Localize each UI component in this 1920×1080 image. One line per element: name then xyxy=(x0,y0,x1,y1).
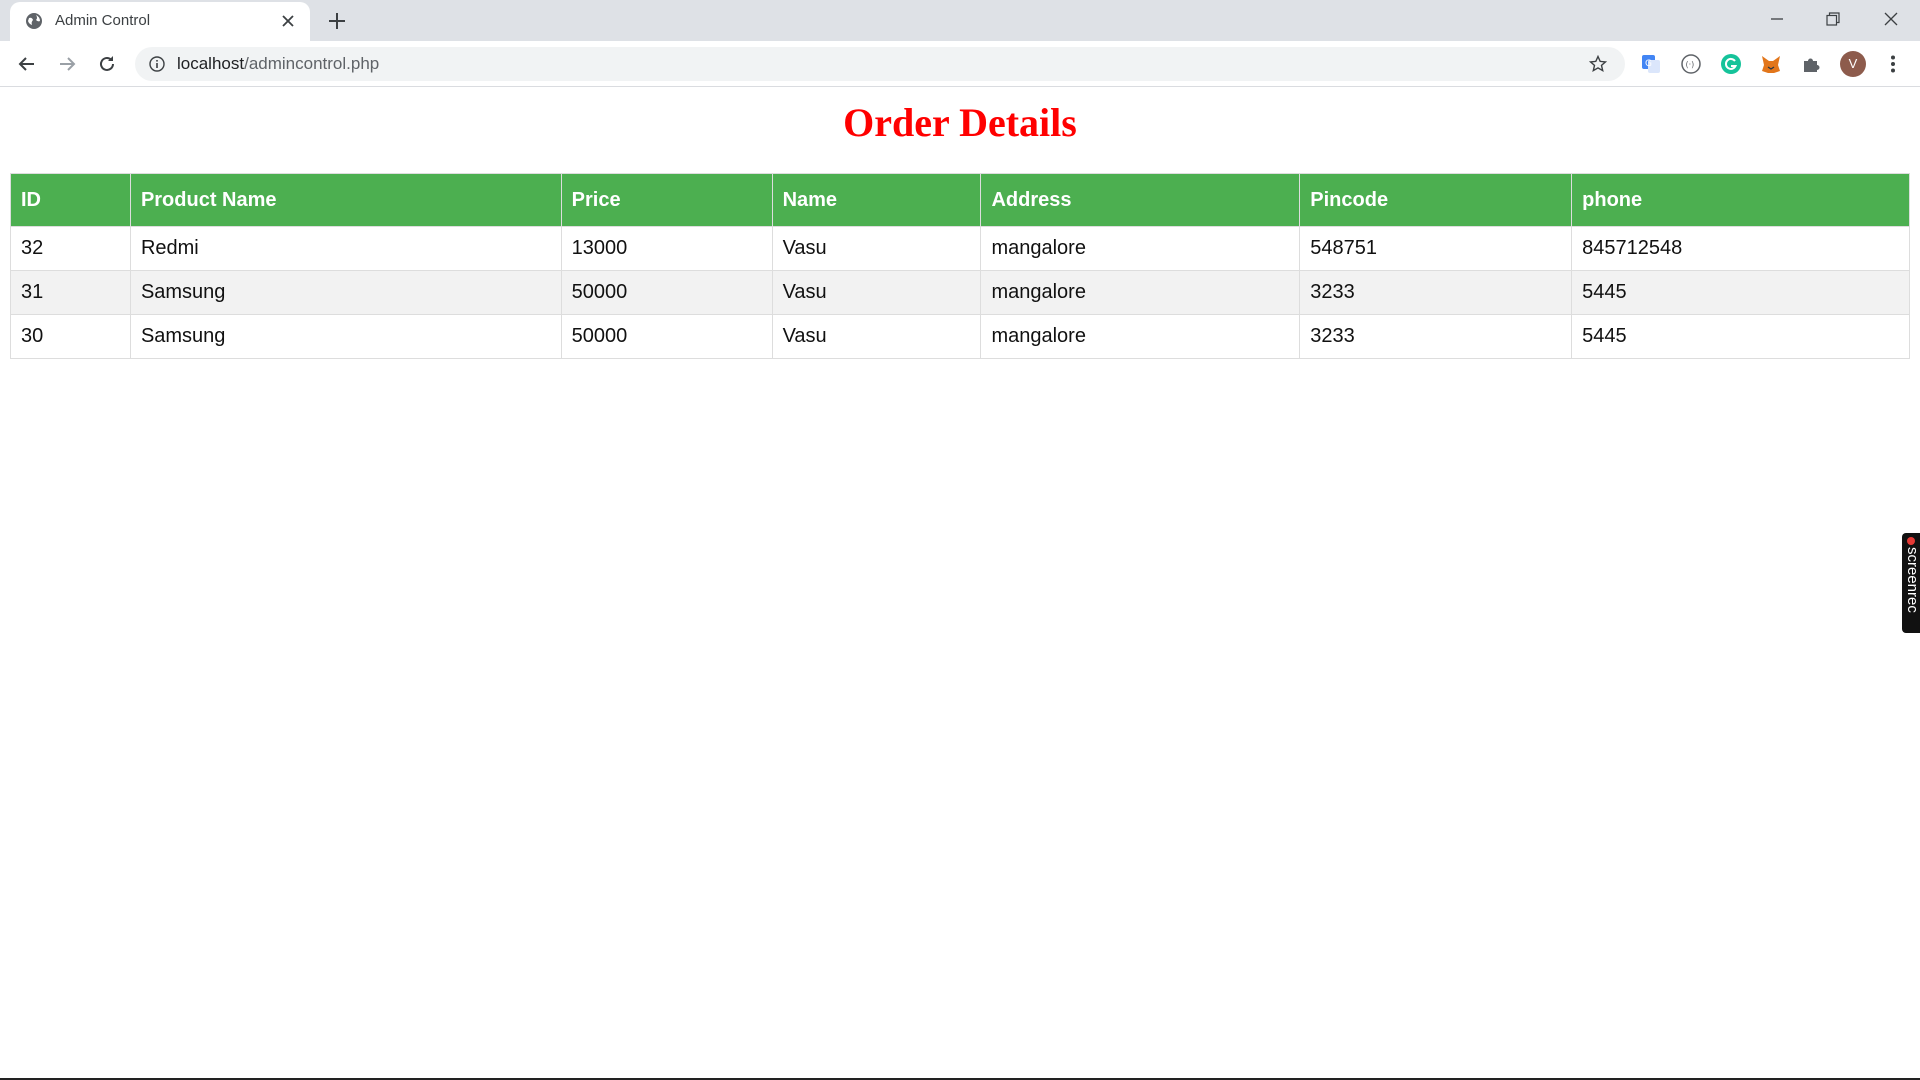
column-header-pincode: Pincode xyxy=(1299,173,1573,227)
table-row: 30 Samsung 50000 Vasu mangalore 3233 544… xyxy=(10,314,1910,359)
back-arrow-icon[interactable] xyxy=(13,50,41,78)
column-header-id: ID xyxy=(10,173,131,227)
cell-price: 50000 xyxy=(560,314,773,359)
record-dot-icon xyxy=(1907,537,1915,545)
url-text: localhost/admincontrol.php xyxy=(177,55,379,73)
cell-phone: 5445 xyxy=(1571,314,1910,359)
table-row: 32 Redmi 13000 Vasu mangalore 548751 845… xyxy=(10,226,1910,271)
reload-icon[interactable] xyxy=(93,50,121,78)
browser-tabstrip: Admin Control xyxy=(0,0,1920,41)
svg-text:G: G xyxy=(1645,59,1652,69)
google-translate-icon[interactable]: G xyxy=(1640,53,1662,75)
page-title: Order Details xyxy=(843,100,1077,145)
address-bar[interactable]: localhost/admincontrol.php xyxy=(135,47,1625,81)
svg-text:(·): (·) xyxy=(1686,60,1695,69)
column-header-name: Name xyxy=(771,173,982,227)
bookmark-star-icon[interactable] xyxy=(1588,54,1608,73)
cell-product-name: Redmi xyxy=(129,226,562,271)
cell-id: 30 xyxy=(10,314,131,359)
browser-toolbar: localhost/admincontrol.php G (·) V xyxy=(0,41,1920,87)
cell-product-name: Samsung xyxy=(129,270,562,315)
url-path: /admincontrol.php xyxy=(244,54,380,73)
cell-address: mangalore xyxy=(980,270,1301,315)
metamask-fox-icon[interactable] xyxy=(1760,53,1782,75)
cell-phone: 845712548 xyxy=(1571,226,1910,271)
puzzle-extensions-icon[interactable] xyxy=(1800,53,1822,75)
browser-tab-active[interactable]: Admin Control xyxy=(10,2,310,41)
cell-pincode: 3233 xyxy=(1299,314,1573,359)
url-host: localhost xyxy=(177,54,245,73)
cell-price: 13000 xyxy=(560,226,773,271)
column-header-phone: phone xyxy=(1571,173,1910,227)
cell-id: 31 xyxy=(10,270,131,315)
tab-title: Admin Control xyxy=(55,12,151,29)
cell-address: mangalore xyxy=(980,226,1301,271)
cell-pincode: 3233 xyxy=(1299,270,1573,315)
screenrec-label: screenrec xyxy=(1904,547,1920,613)
cell-name: Vasu xyxy=(771,314,982,359)
restore-icon[interactable] xyxy=(1810,0,1856,38)
minimize-icon[interactable] xyxy=(1754,0,1800,38)
table-header-row: ID Product Name Price Name Address Pinco… xyxy=(10,173,1910,227)
profile-avatar[interactable]: V xyxy=(1840,51,1866,77)
cell-pincode: 548751 xyxy=(1299,226,1573,271)
column-header-price: Price xyxy=(560,173,773,227)
cell-id: 32 xyxy=(10,226,131,271)
cell-price: 50000 xyxy=(560,270,773,315)
new-tab-plus-icon[interactable] xyxy=(326,10,348,32)
forward-arrow-icon[interactable] xyxy=(53,50,81,78)
grammarly-icon[interactable] xyxy=(1720,53,1742,75)
orders-table: ID Product Name Price Name Address Pinco… xyxy=(10,173,1910,359)
cell-phone: 5445 xyxy=(1571,270,1910,315)
code-extension-icon[interactable]: (·) xyxy=(1680,53,1702,75)
cell-product-name: Samsung xyxy=(129,314,562,359)
cell-address: mangalore xyxy=(980,314,1301,359)
info-icon[interactable] xyxy=(149,56,165,72)
cell-name: Vasu xyxy=(771,226,982,271)
window-close-icon[interactable] xyxy=(1868,0,1914,38)
column-header-address: Address xyxy=(980,173,1301,227)
screenrec-widget[interactable]: screenrec xyxy=(1902,533,1920,633)
table-row: 31 Samsung 50000 Vasu mangalore 3233 544… xyxy=(10,270,1910,315)
cell-name: Vasu xyxy=(771,270,982,315)
close-icon[interactable] xyxy=(280,13,296,29)
column-header-product-name: Product Name xyxy=(129,173,562,227)
page-content: Order Details ID Product Name Price Name… xyxy=(0,88,1920,1080)
globe-icon xyxy=(25,12,43,30)
kebab-menu-icon[interactable] xyxy=(1882,53,1904,75)
